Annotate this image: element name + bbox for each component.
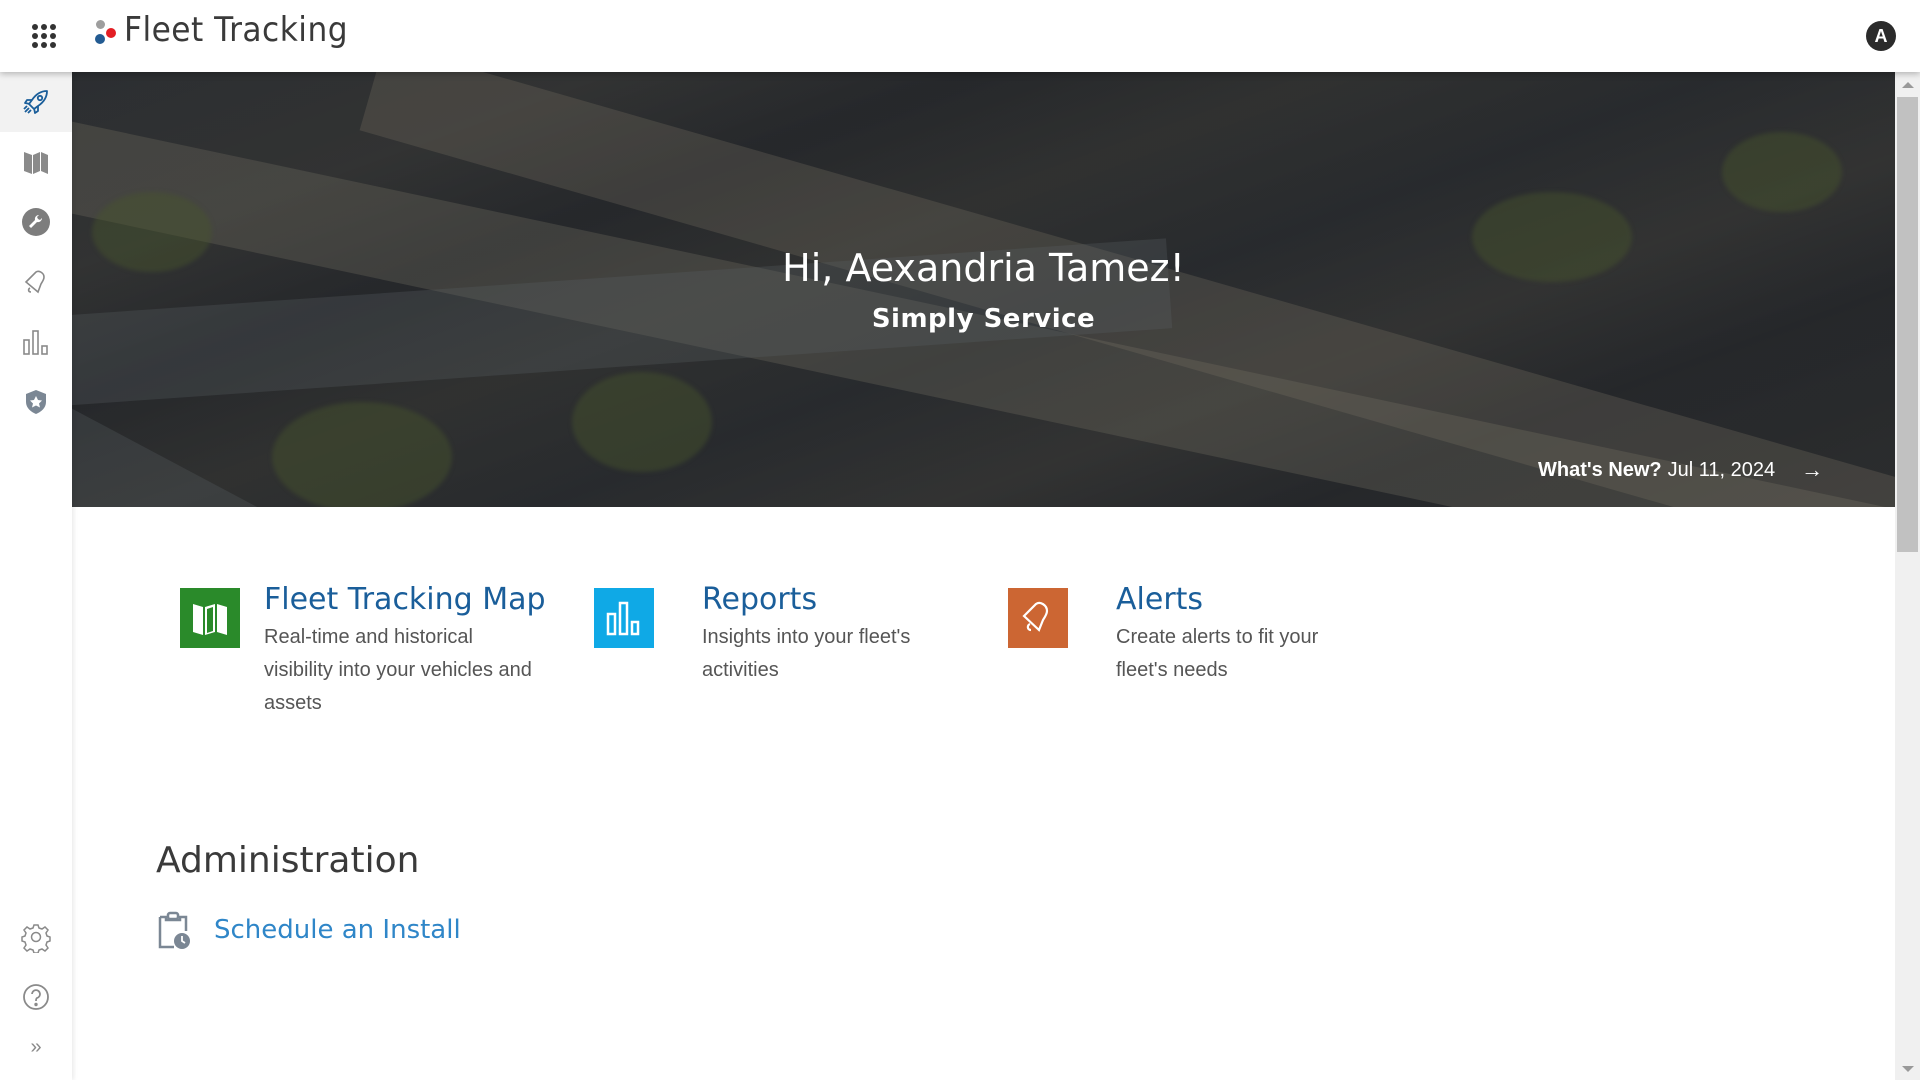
feature-description: Insights into your fleet's activities xyxy=(702,626,911,681)
alerts-tile-icon xyxy=(1008,588,1068,648)
arrow-right-icon: → xyxy=(1801,457,1824,482)
scrollbar-thumb[interactable] xyxy=(1897,97,1918,552)
map-tile-icon xyxy=(180,588,240,648)
bar-chart-icon xyxy=(23,330,48,355)
feature-title[interactable]: Fleet Tracking Map xyxy=(264,582,546,617)
bell-icon xyxy=(1022,601,1049,632)
greeting-heading: Hi, Aexandria Tamez! xyxy=(782,246,1185,290)
sidebar-item-admin[interactable] xyxy=(0,372,72,432)
apps-grid-icon[interactable] xyxy=(28,20,60,52)
sidebar-item-reports[interactable] xyxy=(0,312,72,372)
sidebar-item-map[interactable] xyxy=(0,132,72,192)
whats-new-label: What's New? xyxy=(1538,458,1662,481)
help-circle-icon xyxy=(23,984,49,1010)
schedule-install-link[interactable]: Schedule an Install xyxy=(156,910,461,950)
administration-heading: Administration xyxy=(156,840,420,881)
hero-banner: Hi, Aexandria Tamez! Simply Service What… xyxy=(72,72,1895,507)
sidebar-item-service[interactable] xyxy=(0,192,72,252)
feature-description: Create alerts to fit your fleet's needs xyxy=(1116,626,1319,681)
app-title: Fleet Tracking xyxy=(124,10,349,50)
shield-star-icon xyxy=(26,390,46,414)
brand-logo-icon xyxy=(94,16,120,50)
feature-card-reports[interactable]: Reports Insights into your fleet's activ… xyxy=(594,582,942,687)
whats-new-date: Jul 11, 2024 xyxy=(1667,458,1776,481)
top-header: Fleet Tracking A xyxy=(0,0,1920,72)
feature-description: Real-time and historical visibility into… xyxy=(264,626,532,714)
vertical-scrollbar[interactable] xyxy=(1895,72,1920,1080)
user-avatar[interactable]: A xyxy=(1866,21,1896,51)
sidebar-item-settings[interactable] xyxy=(0,907,72,967)
rocket-icon xyxy=(23,90,48,114)
feature-card-alerts[interactable]: Alerts Create alerts to fit your fleet's… xyxy=(1008,582,1366,687)
wrench-icon xyxy=(22,208,50,236)
schedule-install-label: Schedule an Install xyxy=(214,915,461,945)
map-icon xyxy=(24,152,48,174)
sidebar-expand-button[interactable]: » xyxy=(0,1017,72,1077)
sidebar-item-get-started[interactable] xyxy=(0,72,72,132)
gear-icon xyxy=(21,924,51,953)
scroll-down-arrow-icon[interactable] xyxy=(1902,1066,1914,1072)
sidebar-nav: » xyxy=(0,72,72,1080)
feature-card-fleet-map[interactable]: Fleet Tracking Map Real-time and histori… xyxy=(180,582,546,720)
feature-title[interactable]: Alerts xyxy=(1116,582,1366,617)
main-content: Hi, Aexandria Tamez! Simply Service What… xyxy=(72,72,1895,1080)
feature-title[interactable]: Reports xyxy=(702,582,942,617)
bell-icon xyxy=(24,270,45,294)
company-name: Simply Service xyxy=(871,304,1096,334)
bar-chart-icon xyxy=(606,601,640,636)
whats-new-link[interactable]: What's New? Jul 11, 2024 → xyxy=(1538,457,1823,483)
scroll-up-arrow-icon[interactable] xyxy=(1902,82,1914,88)
reports-tile-icon xyxy=(594,588,654,648)
map-icon xyxy=(193,604,227,635)
sidebar-item-alerts[interactable] xyxy=(0,252,72,312)
clipboard-clock-icon xyxy=(158,911,190,949)
double-chevron-right-icon: » xyxy=(30,1035,42,1058)
